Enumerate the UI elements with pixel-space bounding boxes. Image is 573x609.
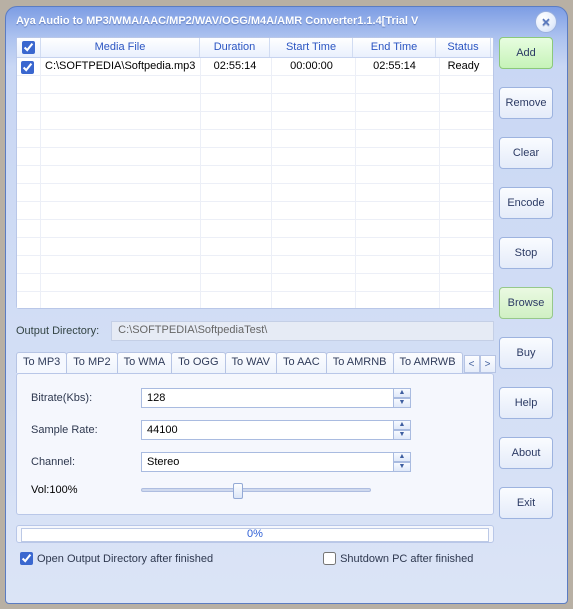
file-grid: Media File Duration Start Time End Time …	[16, 37, 494, 309]
side-buttons: Add Remove Clear Encode Stop Browse Buy …	[499, 37, 557, 595]
channel-up[interactable]: ▲	[393, 452, 411, 462]
grid-header-media[interactable]: Media File	[41, 38, 200, 57]
sample-spinner: ▲ ▼	[141, 420, 411, 440]
about-button[interactable]: About	[499, 437, 553, 469]
grid-header: Media File Duration Start Time End Time …	[17, 38, 493, 58]
bitrate-row: Bitrate(Kbs): ▲ ▼	[31, 388, 479, 408]
content-area: Add Remove Clear Encode Stop Browse Buy …	[16, 37, 557, 595]
sample-down[interactable]: ▼	[393, 430, 411, 440]
grid-header-check[interactable]	[17, 38, 41, 57]
help-button[interactable]: Help	[499, 387, 553, 419]
main-column: Media File Duration Start Time End Time …	[16, 37, 494, 595]
sample-label: Sample Rate:	[31, 424, 141, 436]
row-checkbox[interactable]	[21, 61, 34, 74]
channel-input[interactable]	[141, 452, 393, 472]
remove-button[interactable]: Remove	[499, 87, 553, 119]
shutdown-label: Shutdown PC after finished	[340, 553, 473, 565]
tab-to-mp3[interactable]: To MP3	[16, 352, 67, 373]
footer: Open Output Directory after finished Shu…	[16, 549, 494, 568]
bitrate-spinner: ▲ ▼	[141, 388, 411, 408]
bitrate-label: Bitrate(Kbs):	[31, 392, 141, 404]
tab-to-amrwb[interactable]: To AMRWB	[393, 352, 463, 373]
output-dir-field[interactable]: C:\SOFTPEDIA\SoftpediaTest\	[111, 321, 494, 341]
volume-thumb[interactable]	[233, 483, 243, 499]
select-all-checkbox[interactable]	[22, 41, 35, 54]
channel-row: Channel: ▲ ▼	[31, 452, 479, 472]
tab-to-ogg[interactable]: To OGG	[171, 352, 225, 373]
close-button[interactable]: ✕	[535, 11, 557, 33]
volume-slider[interactable]	[141, 488, 371, 492]
cell-duration: 02:55:14	[200, 58, 270, 76]
sample-up[interactable]: ▲	[393, 420, 411, 430]
bitrate-up[interactable]: ▲	[393, 388, 411, 398]
channel-label: Channel:	[31, 456, 141, 468]
sample-row: Sample Rate: ▲ ▼	[31, 420, 479, 440]
close-icon: ✕	[541, 17, 550, 29]
tab-to-mp2[interactable]: To MP2	[66, 352, 117, 373]
cell-media: C:\SOFTPEDIA\Softpedia.mp3	[41, 58, 200, 76]
output-dir-label: Output Directory:	[16, 325, 99, 337]
buy-button[interactable]: Buy	[499, 337, 553, 369]
channel-spinner: ▲ ▼	[141, 452, 411, 472]
bitrate-down[interactable]: ▼	[393, 398, 411, 408]
encode-button[interactable]: Encode	[499, 187, 553, 219]
tab-scroll-left[interactable]: <	[464, 355, 480, 373]
tab-to-aac[interactable]: To AAC	[276, 352, 327, 373]
open-output-label: Open Output Directory after finished	[37, 553, 213, 565]
shutdown-checkbox[interactable]	[323, 552, 336, 565]
format-tabs: To MP3 To MP2 To WMA To OGG To WAV To AA…	[16, 351, 494, 373]
grid-header-start[interactable]: Start Time	[270, 38, 353, 57]
add-button[interactable]: Add	[499, 37, 553, 69]
tab-to-amrnb[interactable]: To AMRNB	[326, 352, 394, 373]
channel-down[interactable]: ▼	[393, 462, 411, 472]
sample-input[interactable]	[141, 420, 393, 440]
browse-button[interactable]: Browse	[499, 287, 553, 319]
shutdown-option[interactable]: Shutdown PC after finished	[323, 552, 473, 565]
grid-body[interactable]: C:\SOFTPEDIA\Softpedia.mp3 02:55:14 00:0…	[17, 58, 493, 308]
output-dir-row: Output Directory: C:\SOFTPEDIA\Softpedia…	[16, 321, 494, 341]
grid-header-end[interactable]: End Time	[353, 38, 436, 57]
stop-button[interactable]: Stop	[499, 237, 553, 269]
gridlines	[17, 58, 493, 308]
tab-scroll-right[interactable]: >	[480, 355, 496, 373]
tab-scroller: < >	[464, 355, 496, 373]
open-output-checkbox[interactable]	[20, 552, 33, 565]
grid-header-status[interactable]: Status	[436, 38, 491, 57]
settings-panel: Bitrate(Kbs): ▲ ▼ Sample Rate: ▲	[16, 373, 494, 515]
cell-end: 02:55:14	[353, 58, 436, 76]
app-window: Aya Audio to MP3/WMA/AAC/MP2/WAV/OGG/M4A…	[5, 6, 568, 604]
progress-label: 0%	[17, 528, 493, 540]
window-title: Aya Audio to MP3/WMA/AAC/MP2/WAV/OGG/M4A…	[16, 15, 418, 27]
titlebar[interactable]: Aya Audio to MP3/WMA/AAC/MP2/WAV/OGG/M4A…	[6, 7, 567, 35]
cell-status: Ready	[436, 58, 491, 76]
exit-button[interactable]: Exit	[499, 487, 553, 519]
clear-button[interactable]: Clear	[499, 137, 553, 169]
tab-to-wav[interactable]: To WAV	[225, 352, 278, 373]
open-output-option[interactable]: Open Output Directory after finished	[20, 552, 213, 565]
volume-label: Vol:100%	[31, 484, 141, 496]
volume-row: Vol:100%	[31, 484, 479, 496]
cell-start: 00:00:00	[270, 58, 353, 76]
table-row[interactable]: C:\SOFTPEDIA\Softpedia.mp3 02:55:14 00:0…	[17, 58, 493, 76]
progress-bar: 0%	[16, 525, 494, 543]
bitrate-input[interactable]	[141, 388, 393, 408]
grid-header-duration[interactable]: Duration	[200, 38, 270, 57]
tab-to-wma[interactable]: To WMA	[117, 352, 173, 373]
